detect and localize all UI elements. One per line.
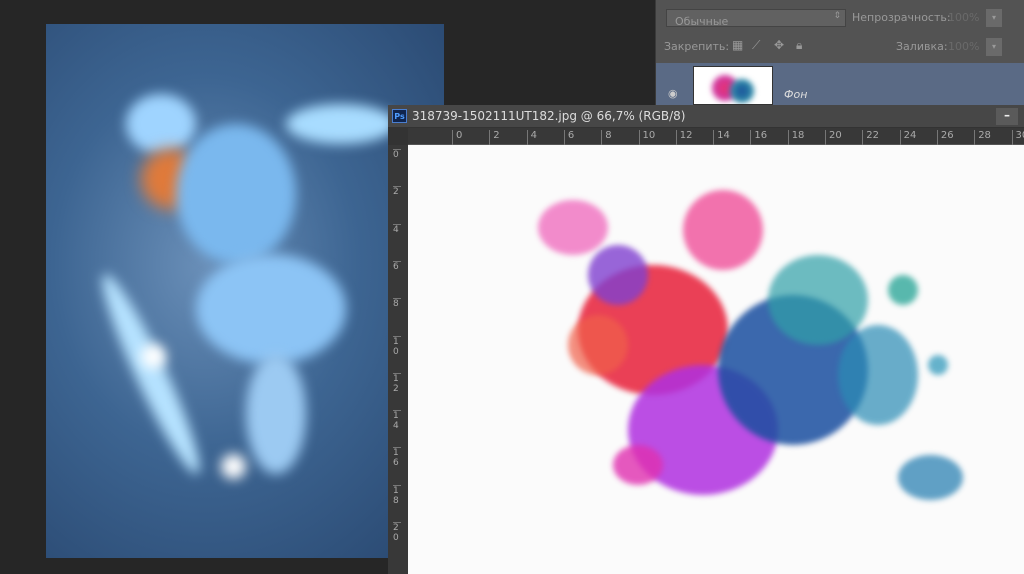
v-ruler-tick: 12: [393, 372, 401, 394]
h-ruler-tick: 16: [750, 130, 767, 145]
h-ruler-tick: 0: [452, 130, 462, 145]
h-ruler-tick: 10: [638, 130, 655, 145]
v-ruler-tick: 18: [393, 484, 401, 506]
h-ruler-tick: 28: [974, 130, 991, 145]
layer-thumbnail: [693, 66, 773, 105]
opacity-label: Непрозрачность:: [852, 11, 951, 24]
lock-transparent-icon[interactable]: ▦: [732, 38, 743, 52]
document-canvas-paint-splash[interactable]: [408, 145, 1024, 574]
fill-label: Заливка:: [896, 40, 948, 53]
document-window: Ps 318739-1502111UT182.jpg @ 66,7% (RGB/…: [388, 105, 1024, 574]
h-ruler-tick: 30: [1011, 130, 1024, 145]
lock-label: Закрепить:: [664, 40, 730, 53]
v-ruler-tick: 4: [393, 223, 401, 235]
h-ruler-tick: 6: [563, 130, 574, 145]
h-ruler-tick: 14: [713, 130, 730, 145]
background-document-skater-image[interactable]: [46, 24, 444, 558]
fill-input[interactable]: 100%: [948, 40, 979, 53]
opacity-input[interactable]: 100%: [948, 11, 979, 24]
lock-move-icon[interactable]: ✥: [774, 38, 784, 52]
h-ruler-tick: 20: [825, 130, 842, 145]
lock-all-icon[interactable]: 🔒︎: [796, 38, 802, 53]
ruler-corner[interactable]: [388, 128, 408, 145]
h-ruler-tick: 8: [601, 130, 612, 145]
vertical-ruler[interactable]: 0 2 4 6 8 10 12 14 16 18 20: [388, 145, 408, 574]
document-title: 318739-1502111UT182.jpg @ 66,7% (RGB/8): [412, 109, 686, 123]
layers-panel: Обычные ⇕ Непрозрачность: 100% ▾ Закрепи…: [655, 0, 1024, 105]
eye-icon[interactable]: ◉: [668, 87, 678, 100]
photoshop-icon: Ps: [392, 109, 407, 123]
h-ruler-tick: 12: [675, 130, 693, 145]
h-ruler-tick: 18: [787, 130, 804, 145]
opacity-dropdown-button[interactable]: ▾: [986, 9, 1002, 27]
v-ruler-tick: 6: [393, 260, 401, 272]
updown-icon: ⇕: [833, 11, 841, 21]
layer-row-background[interactable]: ◉ Фон: [656, 63, 1024, 105]
fill-dropdown-button[interactable]: ▾: [986, 38, 1002, 56]
h-ruler-tick: 26: [936, 130, 954, 145]
v-ruler-tick: 0: [393, 149, 401, 160]
v-ruler-tick: 20: [393, 522, 401, 543]
v-ruler-tick: 14: [393, 410, 401, 431]
h-ruler-tick: 2: [489, 130, 500, 145]
document-title-bar[interactable]: Ps 318739-1502111UT182.jpg @ 66,7% (RGB/…: [388, 105, 1024, 128]
v-ruler-tick: 8: [393, 298, 401, 309]
v-ruler-tick: 10: [393, 335, 401, 357]
layer-name: Фон: [784, 88, 808, 101]
h-ruler-tick: 22: [862, 130, 879, 145]
lock-brush-icon[interactable]: ⟋: [752, 38, 760, 53]
v-ruler-tick: 16: [393, 447, 401, 468]
minimize-button[interactable]: –: [996, 108, 1018, 125]
blend-mode-select[interactable]: Обычные ⇕: [666, 9, 846, 28]
horizontal-ruler[interactable]: 024681012141618202224262830: [408, 128, 1024, 145]
v-ruler-tick: 2: [393, 186, 401, 197]
h-ruler-tick: 4: [526, 130, 537, 145]
blend-mode-value: Обычные: [675, 15, 729, 28]
h-ruler-tick: 24: [899, 130, 916, 145]
